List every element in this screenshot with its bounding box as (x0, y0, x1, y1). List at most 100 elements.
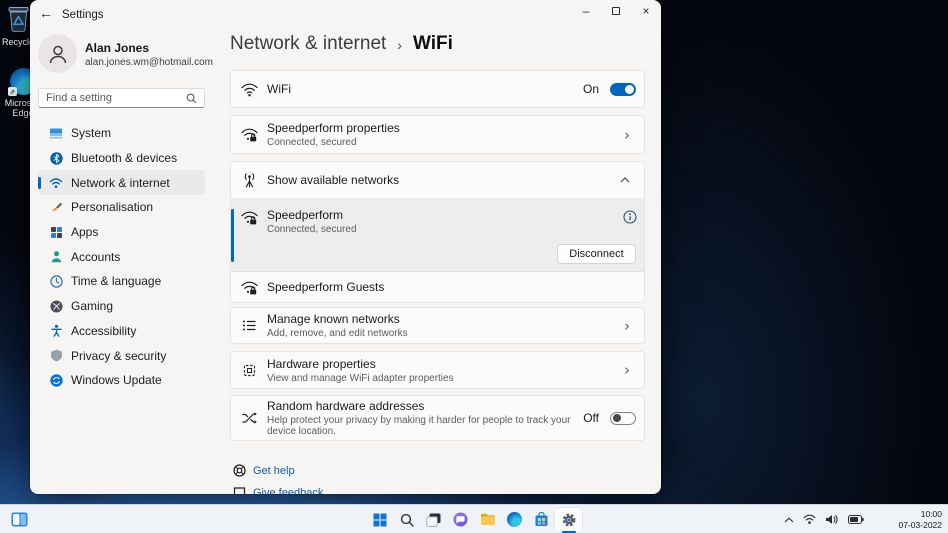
sidebar-item-network[interactable]: Network & internet (38, 170, 205, 196)
widgets-button[interactable] (7, 509, 31, 531)
sidebar-item-accessibility[interactable]: Accessibility (38, 319, 205, 344)
give-feedback-label: Give feedback (253, 486, 324, 495)
search-button[interactable] (393, 508, 420, 532)
tray-volume-icon[interactable] (825, 514, 839, 525)
edge-icon (507, 512, 522, 527)
give-feedback-link[interactable]: Give feedback (233, 486, 323, 494)
settings-window: ← Settings – × Alan Jones alan.jones.wm@… (30, 0, 661, 494)
taskbar-clock[interactable]: 10:00 07-03-2022 (899, 509, 942, 530)
sidebar-item-label: Time & language (71, 274, 162, 289)
info-icon[interactable] (623, 210, 637, 224)
edge-button[interactable] (501, 508, 528, 532)
hardware-card[interactable]: Hardware properties View and manage WiFi… (230, 351, 645, 389)
tray-chevron-up-icon[interactable] (784, 516, 794, 523)
store-icon (535, 512, 548, 526)
sidebar-item-gaming[interactable]: Gaming (38, 294, 205, 319)
sidebar-item-system[interactable]: System (38, 121, 205, 146)
update-icon (49, 373, 63, 387)
task-view-icon (426, 513, 441, 527)
list-icon (240, 316, 259, 335)
taskbar: 10:00 07-03-2022 (0, 504, 948, 533)
manage-networks-card[interactable]: Manage known networks Add, remove, and e… (230, 307, 645, 344)
hardware-title: Hardware properties (267, 356, 376, 371)
sidebar-item-apps[interactable]: Apps (38, 220, 205, 245)
sidebar-item-label: Network & internet (71, 175, 170, 190)
manage-title: Manage known networks (267, 312, 400, 326)
properties-subtitle: Connected, secured (267, 137, 357, 148)
sidebar-item-label: Windows Update (71, 373, 162, 388)
chat-icon (453, 512, 468, 527)
manage-subtitle: Add, remove, and edit networks (267, 328, 408, 339)
random-addresses-card: Random hardware addresses Help protect y… (230, 395, 645, 441)
sidebar-item-time-language[interactable]: Time & language (38, 269, 205, 294)
tray-battery-icon[interactable] (848, 515, 864, 524)
random-toggle[interactable] (610, 411, 636, 425)
connected-network-row[interactable]: Speedperform Connected, secured Disconne… (231, 199, 644, 272)
shuffle-icon (240, 409, 259, 428)
chip-icon (240, 361, 259, 380)
available-networks-card: Show available networks Speedperform Con… (230, 161, 645, 303)
shield-icon (49, 349, 63, 363)
feedback-icon (233, 486, 246, 494)
sidebar-item-label: System (71, 126, 112, 141)
person-icon (49, 45, 66, 63)
disconnect-button[interactable]: Disconnect (557, 244, 636, 264)
breadcrumb: Network & internet › WiFi (230, 33, 453, 55)
search-icon (186, 93, 197, 103)
apps-icon (49, 225, 63, 239)
properties-card[interactable]: Speedperform properties Connected, secur… (230, 115, 645, 154)
sidebar-item-windows-update[interactable]: Windows Update (38, 368, 205, 393)
guest-network-name: Speedperform Guests (267, 280, 385, 294)
accessibility-icon (49, 324, 63, 338)
store-button[interactable] (528, 508, 555, 532)
clock-globe-icon (49, 274, 63, 288)
folder-icon (480, 513, 495, 525)
wifi-state-label: On (582, 82, 599, 96)
chevron-right-icon: › (624, 125, 630, 144)
chevron-up-icon (620, 177, 630, 183)
chevron-right-icon: › (624, 316, 630, 335)
window-title: Settings (62, 9, 104, 21)
search-input[interactable]: Find a setting (38, 88, 205, 108)
settings-taskbar-button[interactable] (555, 507, 582, 532)
show-available-networks[interactable]: Show available networks (231, 162, 644, 199)
brush-icon (49, 200, 63, 214)
task-view-button[interactable] (420, 508, 447, 532)
wifi-toggle[interactable] (610, 82, 636, 96)
page-title: WiFi (412, 33, 453, 54)
sidebar-item-bluetooth[interactable]: Bluetooth & devices (38, 146, 205, 171)
chat-button[interactable] (447, 508, 474, 532)
sidebar-item-label: Bluetooth & devices (71, 151, 178, 166)
user-name: Alan Jones (85, 41, 150, 55)
help-icon (233, 464, 246, 477)
properties-title: Speedperform properties (267, 121, 400, 135)
network-status: Connected, secured (267, 224, 357, 235)
clock-time: 10:00 (920, 509, 942, 519)
avatar[interactable] (38, 34, 77, 73)
wifi-secured-icon (240, 208, 259, 227)
sidebar-item-privacy[interactable]: Privacy & security (38, 343, 205, 368)
sidebar-item-personalisation[interactable]: Personalisation (38, 195, 205, 220)
get-help-link[interactable]: Get help (233, 464, 323, 477)
breadcrumb-root[interactable]: Network & internet (230, 33, 386, 55)
windows-icon (373, 513, 386, 526)
back-button[interactable]: ← (38, 5, 54, 23)
wifi-secured-icon (240, 125, 259, 144)
search-placeholder: Find a setting (46, 92, 113, 104)
system-tray (784, 505, 864, 533)
start-button[interactable] (366, 508, 393, 532)
taskbar-icons (366, 505, 582, 533)
sidebar-item-label: Accessibility (71, 323, 137, 338)
sidebar-item-label: Apps (71, 225, 99, 240)
tray-wifi-icon[interactable] (803, 514, 816, 525)
guest-network-row[interactable]: Speedperform Guests (231, 272, 644, 302)
user-email: alan.jones.wm@hotmail.com (85, 57, 213, 68)
recycle-bin-icon (6, 4, 31, 35)
random-title: Random hardware addresses (267, 399, 425, 413)
random-subtitle: Help protect your privacy by making it h… (267, 415, 571, 437)
sidebar-item-accounts[interactable]: Accounts (38, 244, 205, 269)
system-icon (49, 126, 63, 140)
gear-icon (562, 513, 575, 526)
chevron-right-icon: › (624, 361, 630, 379)
file-explorer-button[interactable] (474, 508, 501, 532)
